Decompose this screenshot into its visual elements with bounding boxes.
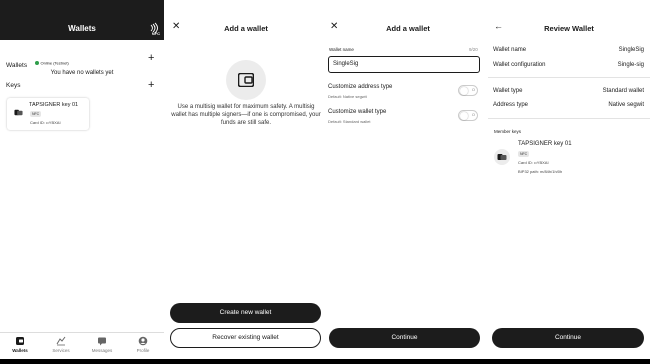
member-keys-label: Member keys [494,129,522,134]
tapsigner-icon [14,109,23,116]
online-status: Online (Testnet) [34,54,69,71]
add-wallet-form-screen: ✕ Add a wallet Wallet name 9/20 SingleSi… [328,0,488,359]
address-type-value: Native segwit [608,102,644,108]
nfc-badge: NFC [30,111,42,117]
add-key-plus-icon[interactable]: + [148,80,154,91]
member-key-avatar [494,149,510,165]
review-wallet-screen: ← Review Wallet Wallet name SingleSig Wa… [488,0,650,359]
continue-button[interactable]: Continue [492,328,644,348]
divider [488,118,650,119]
toggle-knob [460,87,468,95]
wallets-header: Wallets NFC [0,0,164,40]
tab-services[interactable]: Services [41,336,81,353]
services-icon [56,336,66,346]
wallet-type-value: Standard wallet [602,88,644,94]
card-id: Card ID: ••YBXAI [30,120,61,125]
address-type-title: Customize address type [328,84,393,90]
wallet-icon [16,337,24,345]
key-card[interactable]: TAPSIGNER key 01 NFC Card ID: ••YBXAI [7,98,89,130]
wallet-type-toggle[interactable]: O [458,110,478,121]
key-name: TAPSIGNER key 01 [29,102,79,108]
divider [488,77,650,78]
bottom-tab-bar: Wallets Services Messages Profile [0,332,164,359]
page-title: Add a wallet [224,24,268,33]
tab-messages[interactable]: Messages [82,336,122,353]
wallet-name-label: Wallet name [329,47,354,52]
toggle-off-indicator: O [471,112,475,117]
nfc-badge: NFC [518,151,530,157]
toggle-knob [460,112,468,120]
wallet-configuration-label: Wallet configuration [493,62,546,68]
nfc-label: NFC [151,31,160,36]
wallets-screen: Wallets NFC Wallets Online (Testnet) + Y… [0,0,164,359]
tab-wallets[interactable]: Wallets [0,336,40,353]
wallet-name-input[interactable]: SingleSig [328,56,480,73]
online-dot-icon [34,60,39,65]
continue-button[interactable]: Continue [329,328,480,348]
wallet-name-counter: 9/20 [469,47,478,52]
wallet-name-label: Wallet name [493,47,527,53]
add-wallet-intro-screen: ✕ Add a wallet Use a multisig wallet for… [164,0,328,359]
wallet-configuration-value: Single-sig [617,62,644,68]
wallet-name-value: SingleSig [618,47,644,53]
address-type-default: Default: Native segwit [328,94,367,99]
wallet-type-title: Customize wallet type [328,109,387,115]
multisig-info-text: Use a multisig wallet for maximum safety… [171,104,321,126]
address-type-label: Address type [493,102,529,108]
recover-existing-wallet-button[interactable]: Recover existing wallet [170,328,321,348]
wallet-icon [238,73,254,87]
member-key-name: TAPSIGNER key 01 [518,141,572,147]
wallet-type-default: Default: Standard wallet [328,119,371,124]
member-key-card-id: Card ID: ••YBXAI [518,160,549,165]
toggle-off-indicator: O [471,87,475,92]
page-title: Review Wallet [544,24,594,33]
add-wallet-plus-icon[interactable]: + [148,53,154,64]
member-key-bip32-path: BIP32 path: m/84h/1h/0h [518,169,563,174]
empty-wallets-text: You have no wallets yet [50,70,114,76]
wallet-illustration [226,60,266,100]
tapsigner-icon [497,154,507,160]
page-title: Wallets [68,24,96,33]
wallet-type-label: Wallet type [493,88,523,94]
keys-section-label: Keys [6,82,21,89]
wallets-section-label: Wallets [6,62,28,69]
create-new-wallet-button[interactable]: Create new wallet [170,303,321,323]
page-title: Add a wallet [386,24,430,33]
messages-icon [98,337,106,346]
profile-icon [138,336,148,346]
address-type-toggle[interactable]: O [458,85,478,96]
tab-profile[interactable]: Profile [123,336,163,353]
